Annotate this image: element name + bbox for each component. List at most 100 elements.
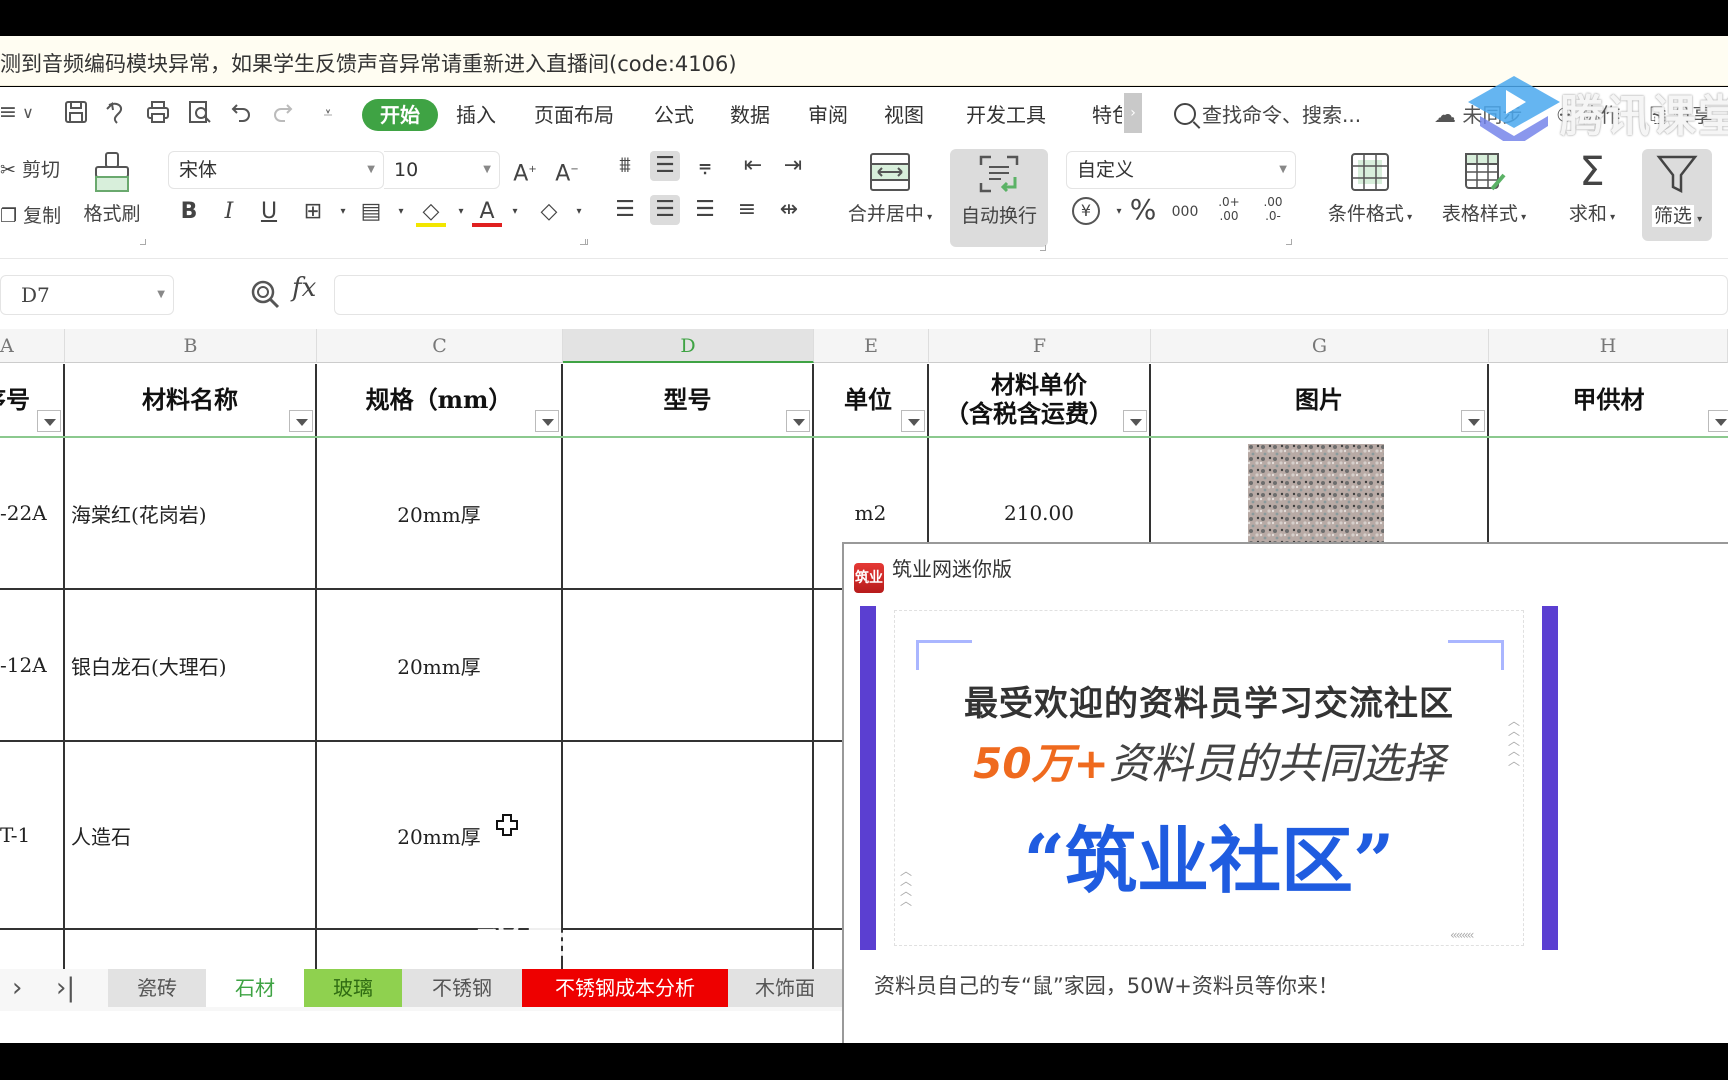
last-sheet-button[interactable]: ›| — [56, 973, 75, 1003]
cell-style-icon[interactable]: ▤ — [356, 197, 386, 227]
tab-view[interactable]: 视图 — [884, 99, 924, 131]
decrease-indent-icon[interactable]: ⇤ — [738, 151, 768, 181]
italic-button[interactable]: I — [214, 197, 244, 227]
sheet-tab-stainless-steel[interactable]: 不锈钢 — [402, 969, 522, 1007]
increase-indent-icon[interactable]: ⇥ — [778, 151, 808, 181]
filter-dropdown-icon[interactable] — [901, 410, 925, 432]
column-header-f[interactable]: F — [929, 329, 1151, 363]
bold-button[interactable]: B — [174, 197, 204, 227]
header-cell-d[interactable]: 型号 — [563, 364, 814, 438]
zoom-lookup-icon[interactable] — [250, 279, 280, 309]
column-header-d[interactable]: D — [563, 329, 814, 363]
tab-insert[interactable]: 插入 — [456, 99, 496, 131]
currency-icon[interactable]: ¥ — [1072, 197, 1100, 225]
chevron-down-icon[interactable]: ▾ — [500, 197, 530, 227]
align-left-icon[interactable]: ☰ — [610, 195, 640, 225]
table-style-button[interactable]: 表格样式 ▾ — [1432, 151, 1536, 226]
filter-dropdown-icon[interactable] — [1123, 410, 1147, 432]
increase-font-icon[interactable]: A+ — [510, 155, 540, 186]
copy-button[interactable]: ❐ 复制 — [0, 201, 61, 228]
font-color-icon[interactable]: A — [472, 197, 502, 227]
align-right-icon[interactable]: ☰ — [690, 195, 720, 225]
align-top-icon[interactable]: ⩩ — [610, 151, 640, 181]
decrease-font-icon[interactable]: A− — [552, 155, 582, 186]
header-cell-g[interactable]: 图片 — [1151, 364, 1489, 438]
sheet-tab-glass[interactable]: 玻璃 — [304, 969, 402, 1007]
increase-decimal-button[interactable]: .0+ .00 — [1214, 195, 1244, 225]
font-size-select[interactable]: 10 ▼ — [384, 151, 500, 189]
column-header-e[interactable]: E — [814, 329, 929, 363]
header-cell-a[interactable]: 序号 — [0, 364, 65, 438]
sheet-tab-wood-veneer[interactable]: 木饰面 — [728, 969, 842, 1007]
popup-caption[interactable]: 资料员自己的专“鼠”家园，50W+资料员等你来！ — [874, 970, 1339, 1000]
percent-button[interactable]: % — [1128, 195, 1158, 225]
number-format-select[interactable]: 自定义 ▼ — [1066, 151, 1296, 189]
filter-dropdown-icon[interactable] — [786, 410, 810, 432]
sheet-tab-stainless-cost-analysis[interactable]: 不锈钢成本分析 — [522, 969, 728, 1007]
header-cell-b[interactable]: 材料名称 — [65, 364, 317, 438]
table-cell[interactable]: -12A — [0, 590, 65, 742]
table-cell[interactable] — [563, 742, 814, 930]
popup-title-bar[interactable]: 筑业 筑业网迷你版 — [854, 554, 1012, 593]
table-cell[interactable] — [563, 438, 814, 590]
align-center-icon[interactable]: ☰ — [650, 195, 680, 225]
fill-color-icon[interactable]: ◇ — [416, 197, 446, 227]
table-cell[interactable] — [0, 930, 65, 969]
format-painter-button[interactable]: 格式刷 — [76, 151, 148, 226]
customize-toolbar-icon[interactable]: ⩡ — [314, 99, 342, 127]
align-bottom-icon[interactable]: ⩦ — [690, 151, 720, 181]
sum-button[interactable]: Σ 求和 ▾ — [1560, 151, 1624, 226]
insert-function-button[interactable]: fx — [292, 273, 316, 303]
tab-review[interactable]: 审阅 — [808, 99, 848, 131]
command-search[interactable]: 查找命令、搜索... — [1174, 99, 1361, 131]
table-cell[interactable]: 海棠红(花岗岩) — [65, 438, 317, 590]
eraser-icon[interactable]: ◇ — [534, 197, 564, 227]
tab-page-layout[interactable]: 页面布局 — [534, 99, 614, 131]
table-cell[interactable]: -22A — [0, 438, 65, 590]
borders-icon[interactable]: ⊞ — [298, 197, 328, 227]
table-cell[interactable]: 人造石 — [65, 742, 317, 930]
tab-home[interactable]: 开始 — [362, 99, 438, 131]
header-cell-e[interactable]: 单位 — [814, 364, 929, 438]
table-cell[interactable] — [65, 930, 317, 969]
filter-button[interactable]: 筛选 ▾ — [1642, 149, 1712, 241]
print-icon[interactable] — [144, 99, 172, 127]
print-preview-icon[interactable] — [186, 99, 214, 127]
table-cell[interactable] — [563, 590, 814, 742]
conditional-format-button[interactable]: 条件格式 ▾ — [1318, 151, 1422, 226]
redo-icon[interactable] — [268, 99, 296, 127]
column-header-c[interactable]: C — [317, 329, 563, 363]
chevron-down-icon[interactable]: ▾ — [386, 197, 416, 227]
tab-developer[interactable]: 开发工具 — [966, 99, 1046, 131]
chevron-down-icon[interactable]: ∨ — [14, 99, 42, 127]
tab-formulas[interactable]: 公式 — [654, 99, 694, 131]
share-file-icon[interactable] — [102, 99, 130, 127]
header-cell-h[interactable]: 甲供材 — [1489, 364, 1728, 438]
underline-button[interactable]: U — [254, 197, 284, 227]
more-tabs-button[interactable]: › — [1124, 93, 1142, 133]
filter-dropdown-icon[interactable] — [37, 410, 61, 432]
zhuye-mini-popup[interactable]: 筑业 筑业网迷你版 ︿ ︿ ︿ ︿ ︿ ︿ ︿ ︿ ︿ ‹‹‹‹‹‹‹‹ 最受欢迎的资料员学习交… — [842, 542, 1728, 1043]
filter-dropdown-icon[interactable] — [289, 410, 313, 432]
decrease-decimal-button[interactable]: .00 .0- — [1258, 195, 1288, 225]
promo-banner[interactable]: ︿ ︿ ︿ ︿ ︿ ︿ ︿ ︿ ︿ ‹‹‹‹‹‹‹‹ 最受欢迎的资料员学习交流社区 50万+资… — [860, 606, 1558, 950]
table-cell[interactable]: T-1 — [0, 742, 65, 930]
chevron-down-icon[interactable]: ▾ — [564, 197, 594, 227]
sheet-tab-tiles[interactable]: 瓷砖 — [108, 969, 206, 1007]
column-header-a[interactable]: A — [0, 329, 65, 363]
sheet-tab-stone[interactable]: 石材 — [206, 969, 304, 1007]
save-icon[interactable] — [62, 99, 90, 127]
cut-button[interactable]: ✂ 剪切 — [0, 155, 60, 182]
align-middle-icon[interactable]: ☰ — [650, 151, 680, 181]
tab-special[interactable]: 特色 — [1092, 99, 1122, 131]
header-cell-f[interactable]: 材料单价 （含税含运费） — [929, 364, 1151, 438]
column-header-b[interactable]: B — [65, 329, 317, 363]
header-cell-c[interactable]: 规格（mm） — [317, 364, 563, 438]
tab-data[interactable]: 数据 — [730, 99, 770, 131]
wrap-text-button[interactable]: 自动换行 — [950, 149, 1048, 247]
merge-center-button[interactable]: 合并居中 ▾ — [836, 151, 944, 226]
granite-image[interactable] — [1248, 444, 1384, 542]
column-header-h[interactable]: H — [1489, 329, 1728, 363]
distributed-icon[interactable]: ⇹ — [774, 195, 804, 225]
table-cell[interactable]: 20mm厚 — [317, 438, 563, 590]
